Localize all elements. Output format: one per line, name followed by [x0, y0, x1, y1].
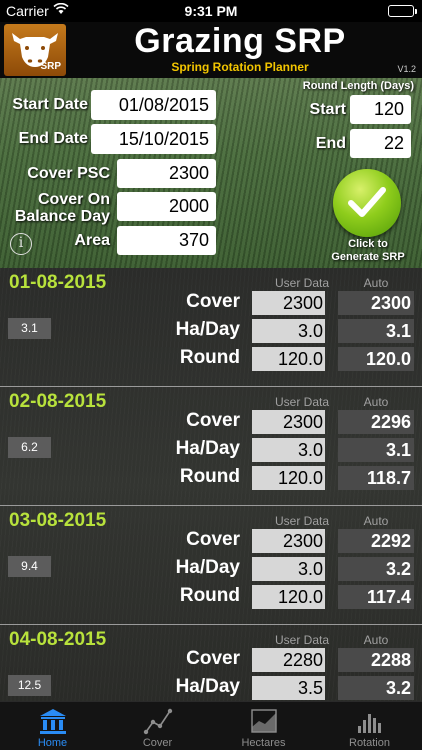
auto-ha-day-value: 3.1: [338, 319, 414, 343]
area-chart-icon: [251, 709, 277, 733]
cover-label: Cover: [186, 291, 240, 312]
cover-label: Cover: [186, 410, 240, 431]
tab-label: Cover: [142, 737, 173, 749]
tab-label: Hectares: [241, 737, 286, 749]
auto-cover-value: 2300: [338, 291, 414, 315]
cumulative-badge: 12.5: [8, 675, 51, 696]
auto-round-value: 117.4: [338, 585, 414, 609]
round-label: Round: [179, 347, 240, 368]
clock: 9:31 PM: [184, 3, 238, 19]
round-start-label: Start: [309, 101, 346, 118]
app-subtitle: Spring Rotation Planner: [171, 60, 309, 74]
auto-round-value: 120.0: [338, 347, 414, 371]
round-label: Round: [179, 585, 240, 606]
app-title: Grazing SRP: [134, 22, 346, 60]
auto-header: Auto: [363, 276, 389, 290]
cover-balance-label-2: Balance Day: [14, 208, 110, 225]
tab-home[interactable]: Home: [0, 702, 105, 750]
cover-psc-field[interactable]: 2300: [117, 159, 216, 188]
day-row: 02-08-2015 User Data Auto 6.2 Cover 2300…: [0, 387, 422, 506]
tab-rotation[interactable]: Rotation: [317, 702, 422, 750]
cumulative-badge: 3.1: [8, 318, 51, 339]
generate-caption-line-2: Generate SRP: [331, 251, 405, 263]
user-data-header: User Data: [274, 395, 330, 409]
user-cover-field[interactable]: 2300: [252, 529, 325, 553]
tab-label: Rotation: [349, 737, 390, 749]
user-data-header: User Data: [274, 633, 330, 647]
user-ha-day-field[interactable]: 3.0: [252, 557, 325, 581]
cover-label: Cover: [186, 648, 240, 669]
auto-ha-day-value: 3.2: [338, 557, 414, 581]
end-date-label: End Date: [18, 130, 88, 147]
user-round-field[interactable]: 120.0: [252, 466, 325, 490]
status-bar: Carrier 9:31 PM: [0, 0, 422, 22]
bar-chart-icon: [358, 714, 381, 733]
logo-text: SRP: [40, 61, 61, 72]
app-logo: SRP: [4, 24, 66, 76]
area-field[interactable]: 370: [117, 226, 216, 255]
cover-balance-field[interactable]: 2000: [117, 192, 216, 221]
auto-cover-value: 2296: [338, 410, 414, 434]
round-start-field[interactable]: 120: [350, 95, 411, 124]
info-icon[interactable]: i: [10, 233, 32, 255]
user-data-header: User Data: [274, 514, 330, 528]
battery-icon: [388, 5, 417, 17]
user-ha-day-field[interactable]: 3.0: [252, 438, 325, 462]
auto-header: Auto: [363, 633, 389, 647]
auto-round-value: 118.7: [338, 466, 414, 490]
auto-ha-day-value: 3.1: [338, 438, 414, 462]
user-round-field[interactable]: 120.0: [252, 347, 325, 371]
round-end-label: End: [315, 135, 346, 152]
line-chart-icon: [143, 708, 173, 735]
user-cover-field[interactable]: 2280: [252, 648, 325, 672]
round-label: Round: [179, 466, 240, 487]
tab-bar: Home Cover Hectares Rotation: [0, 701, 422, 750]
auto-cover-value: 2292: [338, 529, 414, 553]
cumulative-badge: 9.4: [8, 556, 51, 577]
checkmark-icon: [348, 187, 386, 217]
ha-day-label: Ha/Day: [175, 438, 240, 459]
auto-cover-value: 2288: [338, 648, 414, 672]
area-label: Area: [74, 232, 110, 249]
cover-balance-label-1: Cover On: [37, 191, 110, 208]
ha-day-label: Ha/Day: [175, 557, 240, 578]
start-date-field[interactable]: 01/08/2015: [91, 90, 216, 120]
generate-srp-button[interactable]: [333, 169, 401, 237]
input-panel: Start Date 01/08/2015 End Date 15/10/201…: [0, 78, 422, 268]
round-length-label: Round Length (Days): [302, 80, 414, 92]
cover-psc-label: Cover PSC: [27, 165, 110, 182]
tab-cover[interactable]: Cover: [105, 702, 210, 750]
end-date-field[interactable]: 15/10/2015: [91, 124, 216, 154]
user-cover-field[interactable]: 2300: [252, 291, 325, 315]
round-end-field[interactable]: 22: [350, 129, 411, 158]
user-ha-day-field[interactable]: 3.0: [252, 319, 325, 343]
ha-day-label: Ha/Day: [175, 319, 240, 340]
version-label: V1.2: [397, 64, 416, 74]
generate-caption-line-1: Click to: [348, 238, 388, 250]
day-list[interactable]: 01-08-2015 User Data Auto 3.1 Cover 2300…: [0, 268, 422, 701]
user-cover-field[interactable]: 2300: [252, 410, 325, 434]
generate-srp-caption[interactable]: Click to Generate SRP: [318, 238, 418, 264]
auto-header: Auto: [363, 514, 389, 528]
user-round-field[interactable]: 120.0: [252, 585, 325, 609]
cover-label: Cover: [186, 529, 240, 550]
cumulative-badge: 6.2: [8, 437, 51, 458]
ha-day-label: Ha/Day: [175, 676, 240, 697]
user-data-header: User Data: [274, 276, 330, 290]
tab-label: Home: [37, 737, 68, 749]
day-row: 04-08-2015 User Data Auto 12.5 Cover 228…: [0, 625, 422, 701]
day-row: 01-08-2015 User Data Auto 3.1 Cover 2300…: [0, 268, 422, 387]
day-row: 03-08-2015 User Data Auto 9.4 Cover 2300…: [0, 506, 422, 625]
start-date-label: Start Date: [12, 96, 88, 113]
app-header: SRP Grazing SRP Spring Rotation Planner …: [0, 22, 422, 78]
auto-header: Auto: [363, 395, 389, 409]
user-ha-day-field[interactable]: 3.5: [252, 676, 325, 700]
auto-ha-day-value: 3.2: [338, 676, 414, 700]
bank-icon: [40, 709, 66, 734]
tab-hectares[interactable]: Hectares: [211, 702, 316, 750]
